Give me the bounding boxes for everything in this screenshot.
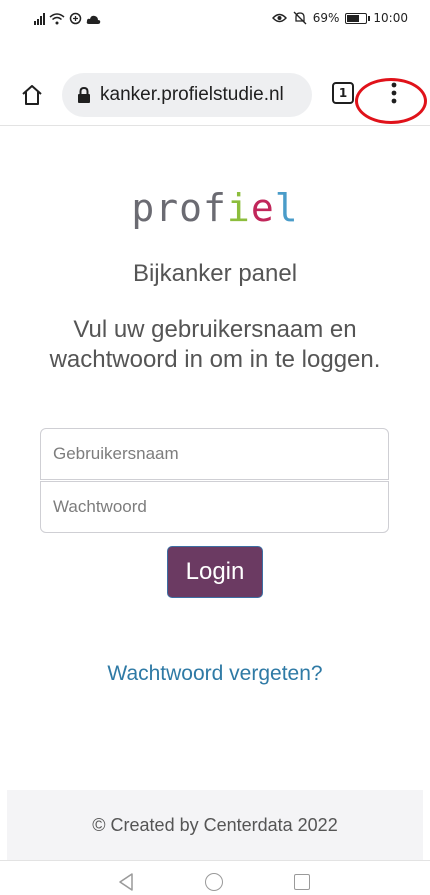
- more-menu-icon[interactable]: [370, 74, 418, 112]
- back-icon[interactable]: [118, 873, 134, 891]
- data-saver-icon: [69, 12, 82, 25]
- page-footer: © Created by Centerdata 2022: [7, 790, 423, 860]
- tab-count: 1: [338, 86, 348, 100]
- panel-title: Bijkanker panel: [132, 260, 298, 287]
- signal-icon: [34, 13, 45, 25]
- logo-part-prof: prof: [131, 186, 227, 230]
- status-left-icons: [34, 12, 101, 25]
- login-instructions: Vul uw gebruikersnaam en wachtwoord in o…: [49, 316, 381, 373]
- toolbar-divider: [0, 125, 430, 126]
- recent-apps-icon[interactable]: [294, 874, 310, 890]
- wifi-icon: [49, 13, 65, 25]
- profiel-logo: profiel: [0, 186, 430, 230]
- url-text: kanker.profielstudie.nl: [100, 84, 284, 105]
- username-field[interactable]: [40, 428, 389, 480]
- cloud-icon: [86, 15, 101, 24]
- logo-part-e: e: [250, 186, 275, 230]
- password-field[interactable]: [40, 481, 389, 533]
- footer-text: © Created by Centerdata 2022: [92, 814, 338, 835]
- clock: 10:00: [373, 11, 408, 25]
- status-right-icons: 69% 10:00: [271, 11, 408, 25]
- logo-part-i: i: [226, 186, 251, 230]
- home-button[interactable]: [14, 78, 50, 112]
- eye-comfort-icon: [271, 13, 287, 23]
- login-button[interactable]: Login: [167, 546, 263, 598]
- tab-switcher-icon[interactable]: 1: [332, 82, 354, 104]
- home-circle-icon[interactable]: [205, 873, 223, 891]
- mute-icon: [293, 11, 307, 25]
- forgot-password-link[interactable]: Wachtwoord vergeten?: [0, 662, 430, 686]
- battery-icon: [345, 12, 371, 24]
- battery-percent: 69%: [312, 11, 340, 25]
- url-field[interactable]: kanker.profielstudie.nl: [62, 73, 312, 117]
- logo-part-l: l: [274, 186, 299, 230]
- home-icon: [22, 85, 42, 105]
- battery-fill: [347, 14, 360, 22]
- status-bar: 69% 10:00: [0, 0, 430, 30]
- lock-icon: [76, 87, 92, 103]
- browser-address-bar: kanker.profielstudie.nl 1: [0, 68, 430, 124]
